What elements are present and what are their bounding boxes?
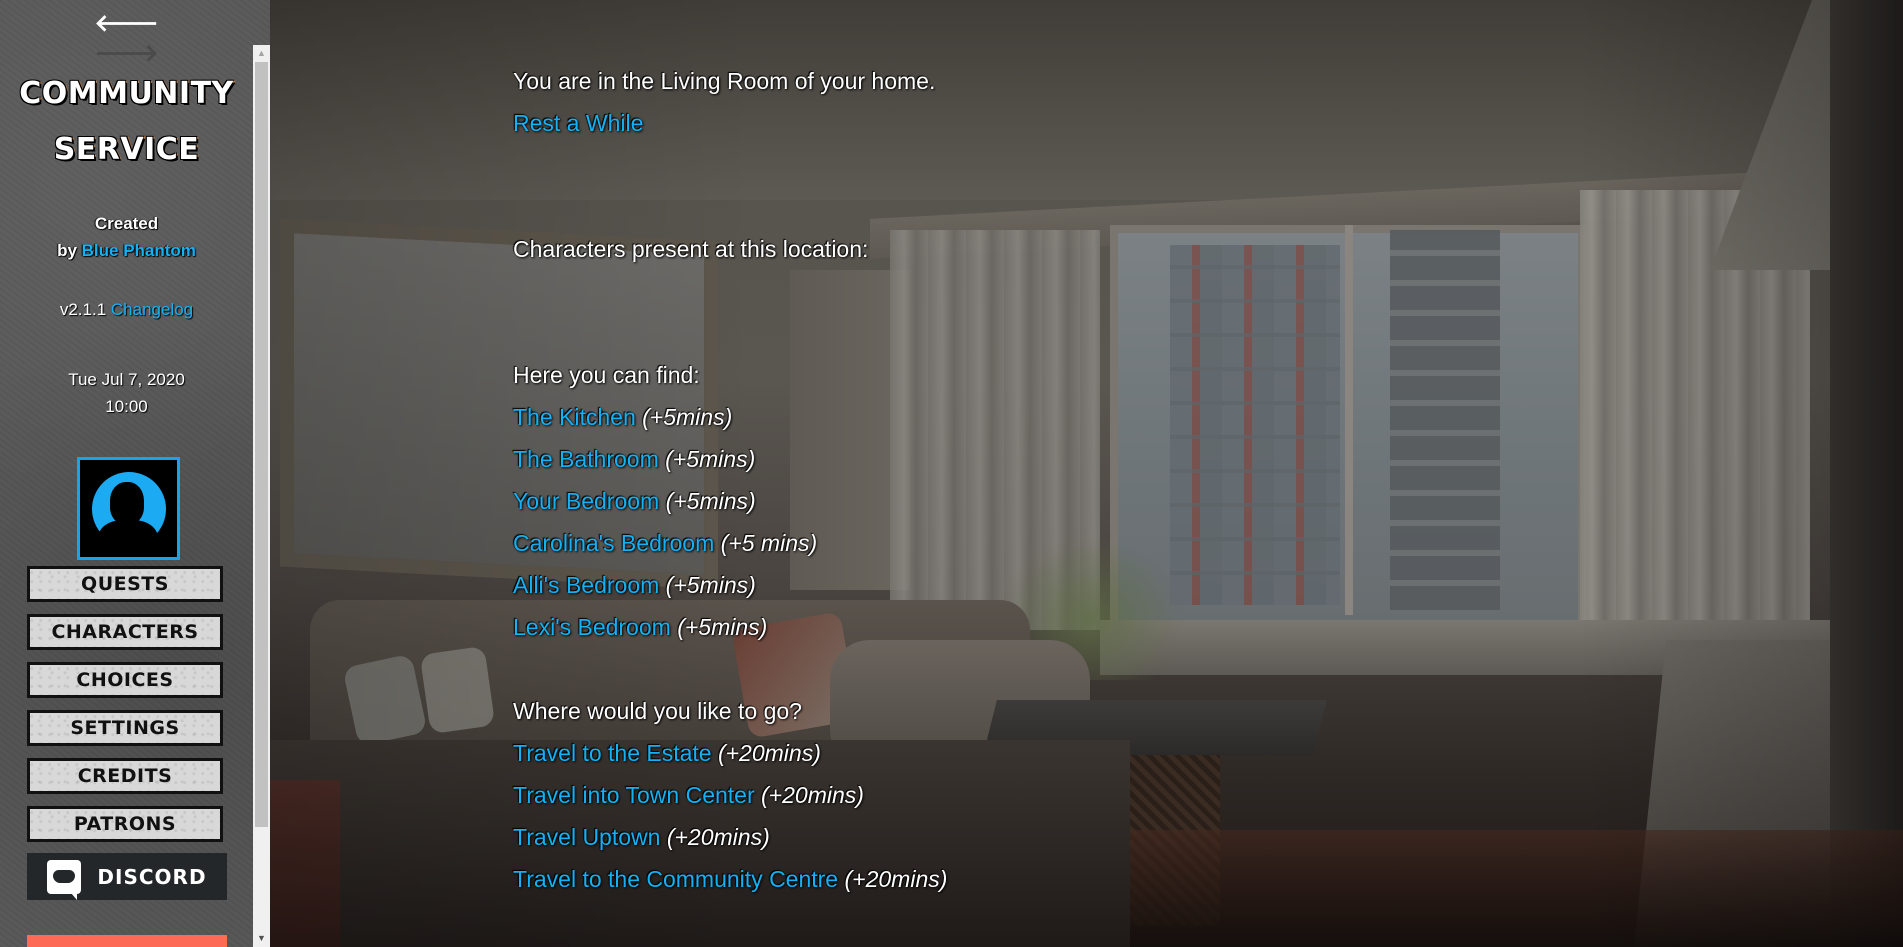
sidebar: 🡐 🡒 COMMUNITY SERVICE Created by Blue Ph…	[0, 0, 270, 947]
time-cost: (+5mins)	[642, 404, 733, 430]
history-controls: 🡐 🡒	[0, 8, 253, 68]
travel-option: Travel Uptown (+20mins)	[513, 816, 1413, 858]
version-label: v2.1.1	[59, 300, 107, 319]
scroll-down-icon[interactable]: ▼	[253, 930, 270, 947]
room-option: Alli's Bedroom (+5mins)	[513, 564, 1413, 606]
discord-icon	[47, 859, 82, 900]
travel-link-town-center[interactable]: Travel into Town Center	[513, 782, 755, 808]
time-cost: (+5mins)	[665, 446, 756, 472]
room-option: The Bathroom (+5mins)	[513, 438, 1413, 480]
author-link[interactable]: Blue Phantom	[82, 241, 196, 260]
time-cost: (+20mins)	[844, 866, 948, 892]
travel-option: Travel to the Community Centre (+20mins)	[513, 858, 1413, 900]
game-clock: Tue Jul 7, 2020 10:00	[0, 366, 253, 420]
game-time: 10:00	[105, 397, 148, 416]
game-date: Tue Jul 7, 2020	[68, 370, 185, 389]
story-author: Created by Blue Phantom	[0, 210, 253, 264]
player-portrait-icon[interactable]	[77, 457, 180, 560]
room-option: Carolina's Bedroom (+5 mins)	[513, 522, 1413, 564]
quests-button[interactable]: QUESTS	[27, 566, 223, 602]
time-cost: (+5mins)	[677, 614, 768, 640]
scrollbar-thumb[interactable]	[255, 62, 268, 827]
room-link-carolinas-bedroom[interactable]: Carolina's Bedroom	[513, 530, 714, 556]
travel-option: Travel into Town Center (+20mins)	[513, 774, 1413, 816]
characters-heading: Characters present at this location:	[513, 236, 869, 262]
created-label: Created	[94, 214, 159, 233]
room-link-your-bedroom[interactable]: Your Bedroom	[513, 488, 659, 514]
time-cost: (+5 mins)	[720, 530, 818, 556]
room-link-lexis-bedroom[interactable]: Lexi's Bedroom	[513, 614, 671, 640]
travel-option: Travel to the Estate (+20mins)	[513, 732, 1413, 774]
forward-arrow-icon: 🡒	[94, 40, 159, 67]
story-version: v2.1.1 Changelog	[0, 300, 253, 320]
credits-button[interactable]: CREDITS	[27, 758, 223, 794]
game-window: 🡐 🡒 COMMUNITY SERVICE Created by Blue Ph…	[0, 0, 1903, 947]
support-banner[interactable]	[27, 935, 227, 947]
travel-link-community-centre[interactable]: Travel to the Community Centre	[513, 866, 838, 892]
story-title: COMMUNITY SERVICE	[0, 66, 253, 178]
room-link-allis-bedroom[interactable]: Alli's Bedroom	[513, 572, 659, 598]
rest-link[interactable]: Rest a While	[513, 110, 643, 136]
changelog-link[interactable]: Changelog	[111, 300, 193, 319]
room-option: The Kitchen (+5mins)	[513, 396, 1413, 438]
find-heading: Here you can find:	[513, 362, 700, 388]
time-cost: (+20mins)	[761, 782, 864, 808]
story-title-line: SERVICE	[53, 132, 200, 167]
characters-button[interactable]: CHARACTERS	[27, 614, 223, 650]
back-arrow-icon[interactable]: 🡐	[94, 8, 158, 38]
time-cost: (+20mins)	[717, 740, 821, 766]
room-option: Your Bedroom (+5mins)	[513, 480, 1413, 522]
travel-heading: Where would you like to go?	[513, 698, 802, 724]
time-cost: (+5mins)	[665, 488, 756, 514]
portrait-silhouette	[98, 520, 158, 557]
patrons-button[interactable]: PATRONS	[27, 806, 223, 842]
travel-link-uptown[interactable]: Travel Uptown	[513, 824, 660, 850]
time-cost: (+20mins)	[666, 824, 770, 850]
story-title-line: COMMUNITY	[19, 76, 234, 111]
discord-label: DISCORD	[97, 864, 207, 889]
room-option: Lexi's Bedroom (+5mins)	[513, 606, 1413, 648]
time-cost: (+5mins)	[665, 572, 756, 598]
by-label: by	[57, 241, 77, 260]
travel-link-estate[interactable]: Travel to the Estate	[513, 740, 712, 766]
room-link-kitchen[interactable]: The Kitchen	[513, 404, 636, 430]
discord-button[interactable]: DISCORD	[27, 853, 227, 900]
room-link-bathroom[interactable]: The Bathroom	[513, 446, 659, 472]
scroll-up-icon[interactable]: ▲	[253, 45, 270, 62]
portrait-silhouette	[110, 482, 144, 524]
story-passage: You are in the Living Room of your home.…	[513, 60, 1413, 900]
sidebar-scrollbar[interactable]: ▲ ▼	[253, 45, 270, 947]
location-text: You are in the Living Room of your home.	[513, 68, 936, 94]
choices-button[interactable]: CHOICES	[27, 662, 223, 698]
settings-button[interactable]: SETTINGS	[27, 710, 223, 746]
